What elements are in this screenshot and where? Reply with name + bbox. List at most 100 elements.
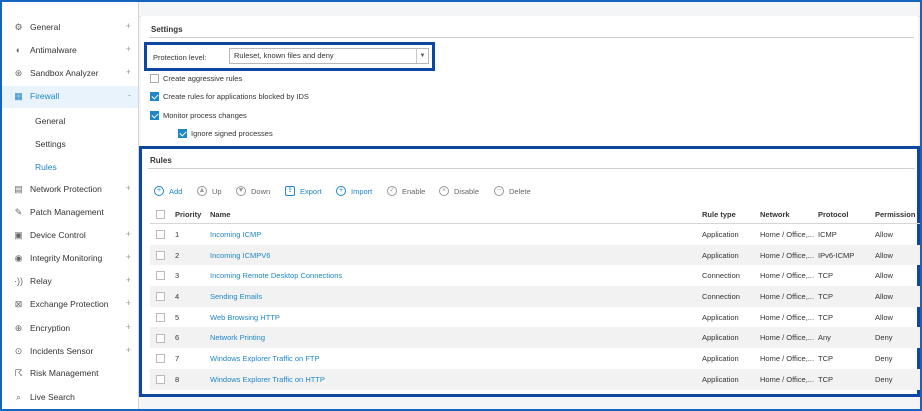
sidebar-subitem-settings[interactable]: Settings: [35, 139, 66, 149]
table-row[interactable]: 7 Windows Explorer Traffic on FTP Applic…: [150, 348, 920, 369]
network-cell: Home / Office,...: [760, 327, 818, 349]
search-icon: ⌕: [15, 392, 22, 402]
collapse-icon[interactable]: -: [128, 90, 131, 100]
row-checkbox-cell: [150, 348, 175, 369]
checkbox[interactable]: [178, 129, 187, 138]
sidebar-item-firewall[interactable]: ▦ Firewall -: [2, 86, 138, 108]
row-checkbox[interactable]: [156, 354, 165, 364]
exchange-icon: ⊠: [14, 299, 23, 309]
rule-name-link[interactable]: Windows Explorer Traffic on FTP: [210, 348, 702, 369]
sidebar-item-label: Exchange Protection: [30, 299, 109, 309]
rule-name-link[interactable]: Sending Emails: [210, 286, 702, 307]
sidebar-item-network-protection[interactable]: ▤ Network Protection +: [2, 179, 138, 201]
sidebar-item-relay[interactable]: ·)) Relay +: [2, 271, 138, 293]
sidebar-item-incidents-sensor[interactable]: ⊙ Incidents Sensor +: [2, 341, 138, 363]
permission-cell: Allow: [875, 229, 893, 239]
table-row[interactable]: 1 Incoming ICMP Application Home / Offic…: [150, 224, 920, 245]
select-all-checkbox[interactable]: [156, 210, 165, 220]
expand-icon[interactable]: +: [126, 298, 131, 308]
rule-type-cell: Connection: [702, 286, 760, 307]
sidebar-subitem-general[interactable]: General: [35, 116, 65, 126]
sidebar-item-exchange-protection[interactable]: ⊠ Exchange Protection +: [2, 294, 138, 316]
lock-icon: ⊕: [14, 323, 23, 333]
rule-name-link[interactable]: Network Printing: [210, 327, 702, 349]
checkbox[interactable]: [150, 111, 159, 120]
protocol-cell: ICMP: [818, 229, 837, 239]
sidebar-item-live-search[interactable]: ⌕ Live Search: [2, 387, 138, 409]
minus-icon: −: [494, 186, 504, 196]
table-row[interactable]: 5 Web Browsing HTTP Application Home / O…: [150, 307, 920, 328]
disable-label: Disable: [454, 187, 480, 196]
expand-icon[interactable]: +: [126, 21, 131, 31]
sidebar-item-antimalware[interactable]: ◐ Antimalware +: [2, 40, 138, 62]
row-checkbox[interactable]: [156, 230, 165, 240]
sidebar-item-label: Network Protection: [30, 184, 102, 194]
close-icon: ×: [439, 186, 449, 196]
table-row[interactable]: 4 Sending Emails Connection Home / Offic…: [150, 286, 920, 307]
expand-icon[interactable]: +: [126, 183, 131, 193]
row-checkbox[interactable]: [156, 292, 165, 302]
sidebar-item-general[interactable]: ⚙ General +: [2, 17, 138, 39]
rule-type-cell: Application: [702, 368, 760, 390]
column-header-name[interactable]: Name: [210, 206, 702, 224]
expand-icon[interactable]: +: [126, 252, 131, 262]
rule-name-link[interactable]: Incoming ICMPV6: [210, 244, 702, 266]
expand-icon[interactable]: +: [126, 322, 131, 332]
permission-cell: Deny: [875, 353, 893, 363]
priority-cell: 1: [175, 229, 180, 239]
expand-icon[interactable]: +: [126, 44, 131, 54]
column-header-permission[interactable]: Permission: [875, 206, 920, 224]
protection-level-label: Protection level:: [153, 53, 207, 62]
checkbox[interactable]: [150, 74, 159, 83]
expand-icon[interactable]: +: [126, 67, 131, 77]
rule-type-cell: Application: [702, 312, 739, 322]
protocol-cell: TCP: [818, 368, 875, 390]
row-checkbox[interactable]: [156, 250, 165, 260]
row-checkbox[interactable]: [156, 271, 165, 281]
import-icon: +: [336, 186, 346, 196]
expand-icon[interactable]: +: [126, 275, 131, 285]
column-header-rule-type[interactable]: Rule type: [702, 206, 760, 224]
sidebar-item-risk-management[interactable]: ☈ Risk Management: [2, 363, 138, 385]
priority-cell: 4: [175, 286, 210, 307]
rule-name-link[interactable]: Incoming ICMP: [210, 224, 702, 245]
expand-icon[interactable]: +: [126, 229, 131, 239]
sidebar-item-integrity-monitoring[interactable]: ◉ Integrity Monitoring +: [2, 248, 138, 270]
firewall-icon: ▦: [14, 91, 23, 101]
protection-level-select[interactable]: Ruleset, known files and deny ▼: [229, 48, 429, 64]
row-checkbox-cell: [150, 244, 175, 266]
column-header-protocol[interactable]: Protocol: [818, 206, 875, 224]
rules-panel: Rules + Add ▲ Up ▼ Down ⇪ Export + Impor…: [139, 146, 920, 397]
row-checkbox[interactable]: [156, 312, 165, 322]
sidebar-item-label: Risk Management: [30, 368, 99, 378]
delete-label: Delete: [509, 187, 531, 196]
table-row[interactable]: 8 Windows Explorer Traffic on HTTP Appli…: [150, 368, 920, 390]
column-header-priority[interactable]: Priority: [175, 206, 210, 224]
sidebar-item-label: Firewall: [30, 91, 60, 101]
rule-name-link[interactable]: Incoming Remote Desktop Connections: [210, 265, 702, 286]
row-checkbox[interactable]: [156, 333, 165, 343]
sidebar: ⚙ General + ◐ Antimalware + ⊛ Sandbox An…: [2, 2, 139, 409]
settings-section-title: Settings: [151, 25, 183, 34]
expand-icon[interactable]: +: [126, 345, 131, 355]
rule-name-link[interactable]: Windows Explorer Traffic on HTTP: [210, 368, 702, 390]
column-header-network[interactable]: Network: [760, 206, 818, 224]
add-icon: +: [154, 186, 164, 196]
app-frame: ⚙ General + ◐ Antimalware + ⊛ Sandbox An…: [0, 0, 922, 411]
sidebar-item-device-control[interactable]: ▣ Device Control +: [2, 225, 138, 247]
rule-name-link[interactable]: Web Browsing HTTP: [210, 307, 702, 328]
sidebar-item-encryption[interactable]: ⊕ Encryption +: [2, 318, 138, 340]
row-checkbox[interactable]: [156, 374, 165, 384]
protocol-cell: TCP: [818, 271, 833, 281]
sidebar-subitem-rules[interactable]: Rules: [35, 162, 57, 172]
checkbox[interactable]: [150, 92, 159, 101]
sidebar-item-sandbox-analyzer[interactable]: ⊛ Sandbox Analyzer +: [2, 63, 138, 85]
permission-cell: Allow: [875, 244, 920, 266]
chevron-down-icon[interactable]: ▼: [416, 49, 428, 63]
protocol-cell: TCP: [818, 353, 833, 363]
sidebar-item-patch-management[interactable]: ✎ Patch Management: [2, 202, 138, 224]
table-row[interactable]: 6 Network Printing Application Home / Of…: [150, 327, 920, 349]
table-row[interactable]: 3 Incoming Remote Desktop Connections Co…: [150, 265, 920, 286]
sidebar-item-label: Patch Management: [30, 207, 104, 217]
table-row[interactable]: 2 Incoming ICMPV6 Application Home / Off…: [150, 244, 920, 266]
